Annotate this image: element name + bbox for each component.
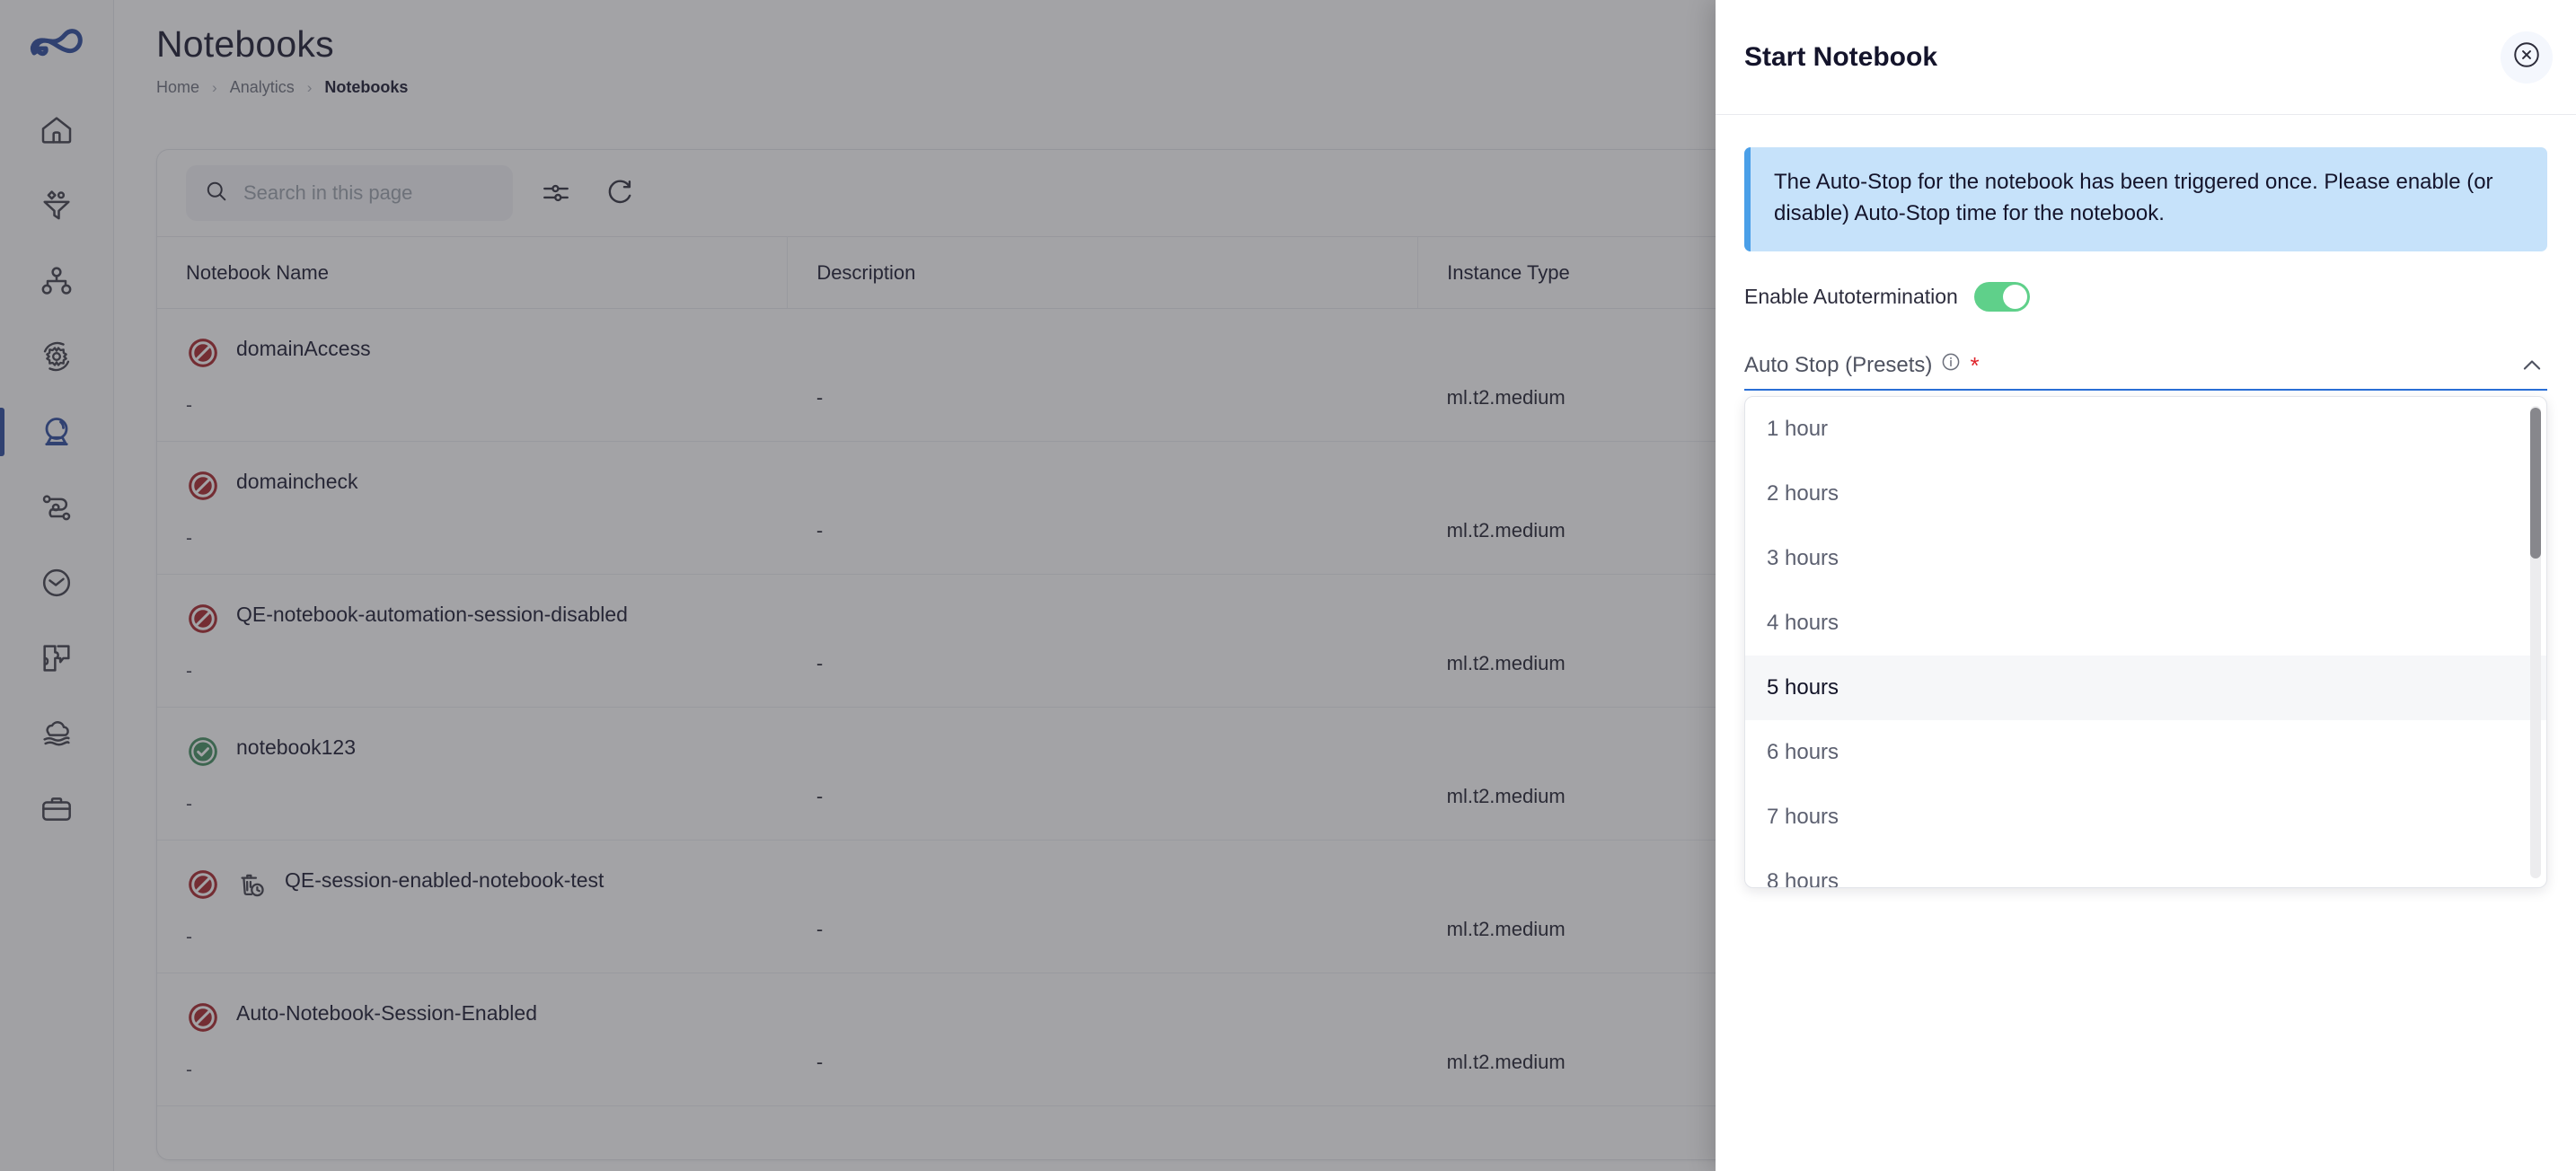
auto-stop-label: Auto Stop (Presets) *	[1744, 351, 2517, 379]
option-item[interactable]: 7 hours	[1745, 785, 2546, 850]
auto-stop-options-list: 1 hour 2 hours 3 hours 4 hours 5 hours 6 hour…	[1744, 395, 2547, 888]
drawer-title: Start Notebook	[1744, 41, 1938, 72]
option-item[interactable]: 5 hours	[1745, 655, 2546, 720]
option-item[interactable]: 3 hours	[1745, 526, 2546, 591]
drawer-body: The Auto-Stop for the notebook has been …	[1716, 115, 2576, 1171]
options-scrollbar-thumb[interactable]	[2530, 407, 2541, 559]
drawer-header: Start Notebook	[1716, 0, 2576, 115]
chevron-up-icon[interactable]	[2517, 350, 2547, 381]
screen: Notebooks Home › Analytics › Notebooks S…	[0, 0, 2576, 1171]
option-item[interactable]: 8 hours	[1745, 850, 2546, 887]
close-circle-icon	[2511, 40, 2542, 75]
auto-stop-label-text: Auto Stop (Presets)	[1744, 352, 1933, 377]
option-item[interactable]: 2 hours	[1745, 462, 2546, 526]
options-scroll-area[interactable]: 1 hour 2 hours 3 hours 4 hours 5 hours 6 hour…	[1745, 397, 2546, 887]
auto-stop-select-trigger[interactable]: Auto Stop (Presets) *	[1744, 342, 2547, 391]
auto-stop-select: Auto Stop (Presets) * 1 hour 2 hours 3 h…	[1744, 342, 2547, 888]
required-marker: *	[1970, 351, 1980, 379]
autotermination-row: Enable Autotermination	[1744, 281, 2547, 312]
info-circle-icon[interactable]	[1940, 351, 1962, 379]
option-item[interactable]: 6 hours	[1745, 720, 2546, 785]
toggle-knob	[2002, 284, 2027, 309]
start-notebook-drawer: Start Notebook The Auto-Stop for the not…	[1716, 0, 2576, 1171]
autotermination-toggle[interactable]	[1973, 281, 2030, 312]
option-item[interactable]: 1 hour	[1745, 397, 2546, 462]
option-item[interactable]: 4 hours	[1745, 591, 2546, 656]
auto-stop-alert: The Auto-Stop for the notebook has been …	[1744, 147, 2547, 251]
autotermination-label: Enable Autotermination	[1744, 284, 1958, 308]
close-button[interactable]	[2501, 31, 2553, 84]
